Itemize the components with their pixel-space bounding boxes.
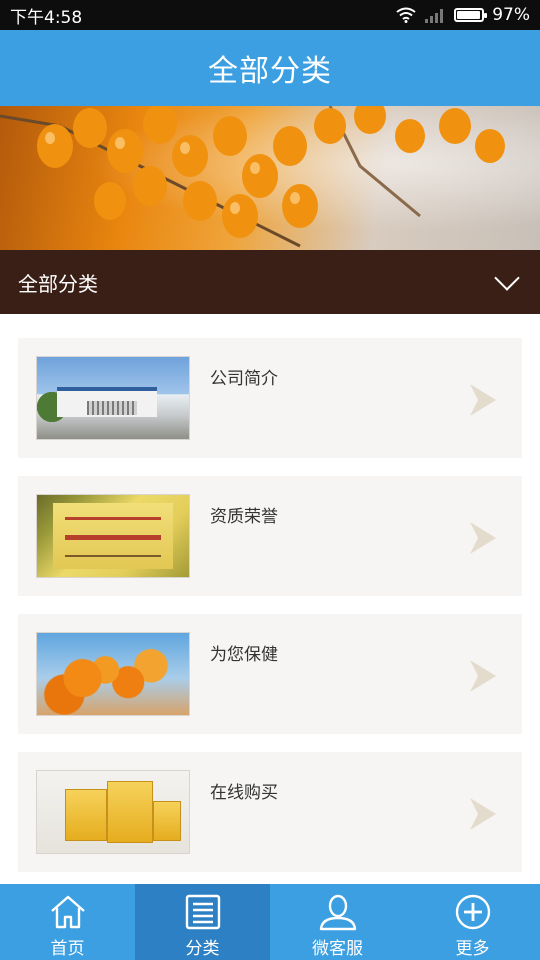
nav-customer-service[interactable]: 微客服 bbox=[270, 884, 405, 960]
chevron-right-icon bbox=[470, 384, 496, 416]
list-item-buy-online[interactable]: 在线购买 bbox=[18, 752, 522, 872]
nav-category[interactable]: 分类 bbox=[135, 884, 270, 960]
banner-image bbox=[0, 106, 540, 250]
plaque-line bbox=[65, 555, 161, 557]
list-item-health[interactable]: 为您保健 bbox=[18, 614, 522, 734]
battery-icon bbox=[454, 8, 488, 22]
list-item-title: 公司简介 bbox=[210, 369, 278, 389]
nav-home-label: 首页 bbox=[50, 939, 85, 959]
user-icon bbox=[319, 894, 356, 931]
list-item-title: 资质荣誉 bbox=[210, 507, 278, 527]
nav-more[interactable]: 更多 bbox=[405, 884, 540, 960]
list-item-company-intro[interactable]: 公司简介 bbox=[18, 338, 522, 458]
box-shape bbox=[153, 801, 181, 841]
plus-circle-icon bbox=[455, 894, 490, 930]
bottom-nav: 首页 分类 微客服 更多 bbox=[0, 884, 540, 960]
certificate-thumbnail bbox=[36, 494, 190, 578]
status-icons: 97% bbox=[396, 5, 530, 25]
home-icon bbox=[50, 895, 85, 929]
battery-fill bbox=[457, 11, 481, 19]
list-item-title: 为您保健 bbox=[210, 645, 278, 665]
sea-buckthorn-thumbnail bbox=[36, 632, 190, 716]
box-shape bbox=[65, 789, 107, 841]
product-box-thumbnail bbox=[36, 770, 190, 854]
company-building-thumbnail bbox=[36, 356, 190, 440]
battery-percent: 97% bbox=[492, 5, 530, 25]
app-header: 全部分类 bbox=[0, 30, 540, 106]
list-item-qualifications[interactable]: 资质荣誉 bbox=[18, 476, 522, 596]
chevron-right-icon bbox=[470, 522, 496, 554]
nav-more-label: 更多 bbox=[455, 939, 490, 959]
chevron-down-icon bbox=[494, 265, 520, 291]
nav-customer-service-label: 微客服 bbox=[312, 939, 363, 959]
nav-home[interactable]: 首页 bbox=[0, 884, 135, 960]
plaque-line bbox=[65, 517, 161, 520]
category-dropdown[interactable]: 全部分类 bbox=[0, 250, 540, 314]
list-icon bbox=[185, 894, 220, 930]
plaque-line bbox=[65, 535, 161, 540]
category-label: 全部分类 bbox=[18, 271, 98, 296]
status-time: 下午4:58 bbox=[10, 7, 83, 28]
chevron-right-icon bbox=[470, 798, 496, 830]
gate-shape bbox=[87, 401, 137, 415]
status-bar: 下午4:58 97% bbox=[0, 0, 540, 30]
chevron-right-icon bbox=[470, 660, 496, 692]
wifi-icon bbox=[396, 7, 416, 23]
signal-icon bbox=[425, 9, 444, 23]
list-item-title: 在线购买 bbox=[210, 783, 278, 803]
box-shape bbox=[107, 781, 153, 843]
category-list: 公司简介 资质荣誉 为您保健 在线购买 bbox=[18, 338, 522, 890]
berries-illustration bbox=[0, 106, 505, 248]
page-title: 全部分类 bbox=[208, 54, 332, 89]
nav-category-label: 分类 bbox=[185, 939, 220, 959]
